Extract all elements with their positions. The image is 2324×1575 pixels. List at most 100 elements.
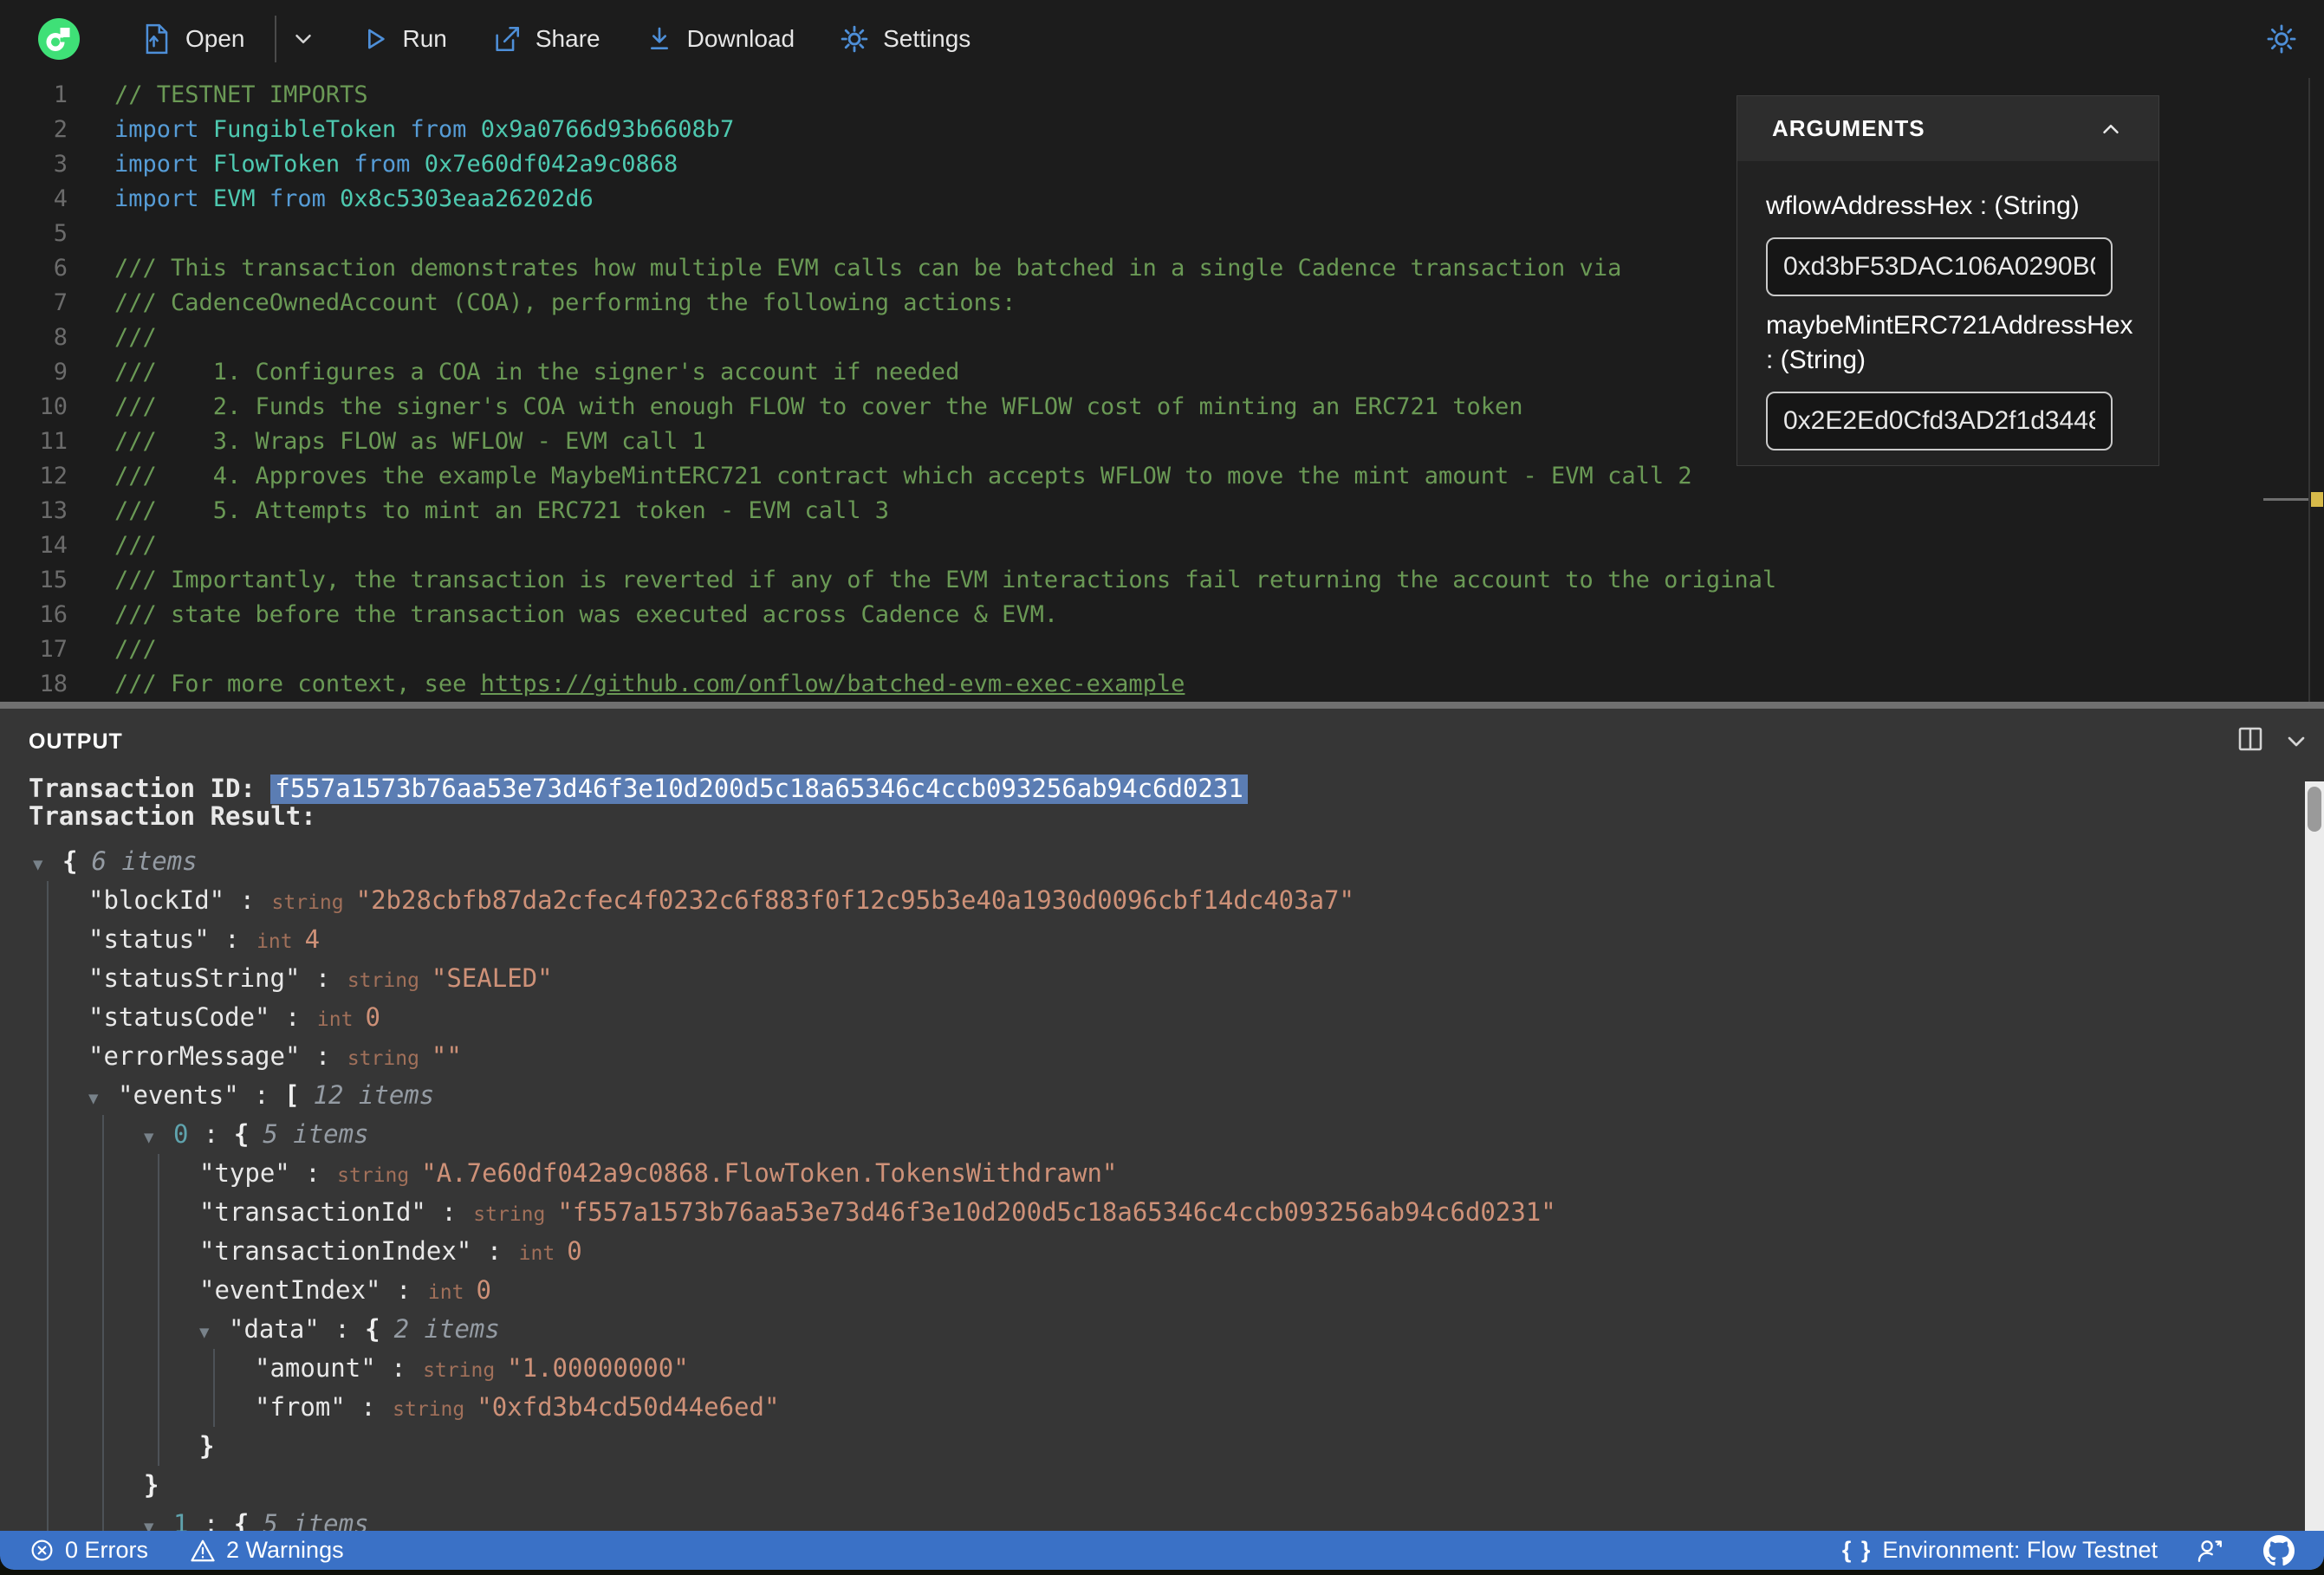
chevron-up-icon[interactable]	[2098, 116, 2124, 142]
json-result-tree: ▼{6 items "blockId" : string "2b28cbfb87da…	[29, 842, 2289, 1570]
open-button[interactable]: Open	[142, 23, 245, 55]
line-number: 5	[53, 220, 68, 247]
split-columns-icon[interactable]	[2235, 723, 2266, 755]
output-panel: OUTPUT Transaction ID: f557a1573b76aa53e…	[0, 709, 2324, 1570]
person-check-icon	[2196, 1537, 2225, 1565]
code-link[interactable]: https://github.com/onflow/batched-evm-ex…	[481, 671, 1185, 697]
toolbar: Open Run Share Download Settings	[0, 0, 2324, 78]
open-file-icon	[142, 23, 172, 55]
arguments-header[interactable]: ARGUMENTS	[1737, 96, 2158, 161]
tree-expander-icon[interactable]: ▼	[199, 1313, 229, 1352]
json-row: ▼{6 items	[33, 842, 2289, 881]
open-dropdown-chevron-icon[interactable]	[290, 26, 316, 52]
code-editor[interactable]: 1// TESTNET IMPORTS 2 import FungibleToken…	[0, 78, 2324, 702]
editor-ruler-dash	[2263, 498, 2308, 501]
transaction-id-label: Transaction ID:	[29, 775, 256, 803]
code-line: 15/// Importantly, the transaction is re…	[0, 563, 2324, 598]
github-icon[interactable]	[2263, 1534, 2295, 1566]
line-number: 2	[53, 116, 68, 143]
environment-status[interactable]: { } Environment: Flow Testnet	[1842, 1537, 2158, 1564]
json-row: "amount" : string "1.00000000"	[255, 1353, 689, 1383]
json-row: }	[144, 1470, 159, 1500]
json-row: ▼ "data" : {2 items	[199, 1310, 2289, 1349]
wflow-address-input[interactable]	[1766, 237, 2113, 296]
errors-label: 0 Errors	[65, 1537, 149, 1563]
play-icon	[361, 24, 389, 54]
line-number: 16	[39, 601, 68, 628]
line-number: 3	[53, 151, 68, 178]
code-line: 17///	[0, 632, 2324, 667]
code-line: 18/// For more context, see https://gith…	[0, 667, 2324, 702]
argument-label: maybeMintERC721AddressHex : (String)	[1766, 311, 2133, 374]
editor-overview-ruler	[2308, 78, 2310, 702]
code-line: 13/// 5. Attempts to mint an ERC721 toke…	[0, 494, 2324, 528]
errors-status[interactable]: 0 Errors	[29, 1537, 148, 1564]
json-row: "status" : int 4	[88, 924, 321, 954]
line-number: 1	[53, 81, 68, 108]
download-icon	[646, 24, 673, 54]
output-collapse-chevron-icon[interactable]	[2282, 728, 2310, 755]
output-scrollbar-thumb[interactable]	[2308, 787, 2321, 832]
json-row: "transactionIndex" : int 0	[199, 1236, 582, 1266]
line-number: 7	[53, 289, 68, 316]
run-button[interactable]: Run	[361, 24, 447, 54]
warnings-status[interactable]: 2 Warnings	[190, 1537, 344, 1564]
warning-triangle-icon	[190, 1538, 216, 1564]
output-title: OUTPUT	[29, 729, 123, 754]
line-number: 4	[53, 185, 68, 212]
transaction-id-value[interactable]: f557a1573b76aa53e73d46f3e10d200d5c18a653…	[270, 775, 1248, 804]
line-number: 15	[39, 567, 68, 593]
line-number: 12	[39, 463, 68, 489]
environment-label: Environment: Flow Testnet	[1882, 1537, 2158, 1563]
line-number: 8	[53, 324, 68, 351]
tree-expander-icon[interactable]: ▼	[88, 1079, 118, 1118]
json-row: "eventIndex" : int 0	[199, 1275, 491, 1305]
json-row: "statusString" : string "SEALED"	[88, 963, 553, 993]
arguments-body: wflowAddressHex : (String) maybeMintERC7…	[1737, 161, 2158, 476]
flow-logo-icon[interactable]	[38, 18, 80, 60]
output-scrollbar[interactable]	[2305, 781, 2324, 1531]
json-row: "transactionId" : string "f557a1573b76aa5…	[199, 1197, 1556, 1227]
transaction-result-row: Transaction Result:	[29, 802, 2289, 830]
line-number: 9	[53, 359, 68, 386]
tree-expander-icon[interactable]: ▼	[33, 846, 62, 885]
maybe-mint-erc721-address-input[interactable]	[1766, 392, 2113, 450]
settings-button[interactable]: Settings	[840, 24, 970, 54]
tree-expander-icon[interactable]: ▼	[144, 1118, 173, 1157]
json-row: ▼ "events" : [12 items	[88, 1076, 2289, 1115]
share-button[interactable]: Share	[492, 24, 600, 54]
line-number: 13	[39, 497, 68, 524]
download-button[interactable]: Download	[646, 24, 795, 54]
editor-output-resize-handle[interactable]	[0, 702, 2324, 709]
warning-marker	[2311, 492, 2323, 507]
share-icon	[492, 24, 522, 54]
json-row: "from" : string "0xfd3b4cd50d44e6ed"	[255, 1392, 780, 1422]
transaction-result-label: Transaction Result:	[29, 801, 316, 831]
argument-label: wflowAddressHex : (String)	[1766, 191, 2080, 220]
share-label: Share	[535, 25, 600, 52]
json-row: "errorMessage" : string ""	[88, 1041, 462, 1071]
code-line: 14///	[0, 528, 2324, 563]
status-bar: 0 Errors 2 Warnings { } Environment: Flo…	[0, 1531, 2324, 1570]
line-number: 14	[39, 532, 68, 559]
arguments-title: ARGUMENTS	[1772, 115, 1925, 141]
line-number: 17	[39, 636, 68, 663]
line-number: 11	[39, 428, 68, 455]
run-label: Run	[402, 25, 447, 52]
gear-icon	[840, 24, 869, 54]
output-body: Transaction ID: f557a1573b76aa53e73d46f3…	[29, 775, 2289, 1570]
json-node: ▼ "events" : [12 items ▼ 0 : {5 items "type"…	[88, 1076, 2289, 1570]
json-row: ▼ 0 : {5 items	[144, 1115, 2289, 1154]
code-line: 16/// state before the transaction was e…	[0, 598, 2324, 632]
account-button[interactable]	[2196, 1537, 2225, 1565]
warnings-label: 2 Warnings	[226, 1537, 344, 1563]
circle-cross-icon	[29, 1538, 55, 1563]
json-row: "type" : string"A.7e60df042a9c0868.FlowT…	[199, 1158, 1118, 1188]
theme-toggle-sun-icon[interactable]	[2265, 23, 2298, 55]
download-label: Download	[686, 25, 795, 52]
json-row: }	[199, 1431, 215, 1461]
curly-braces-icon: { }	[1841, 1537, 1873, 1563]
json-row: "blockId" : string "2b28cbfb87da2cfec4f02…	[88, 885, 1354, 915]
json-node: ▼ 0 : {5 items "type" : string "A.7e60df042…	[144, 1115, 2289, 1505]
line-number: 18	[39, 671, 68, 697]
